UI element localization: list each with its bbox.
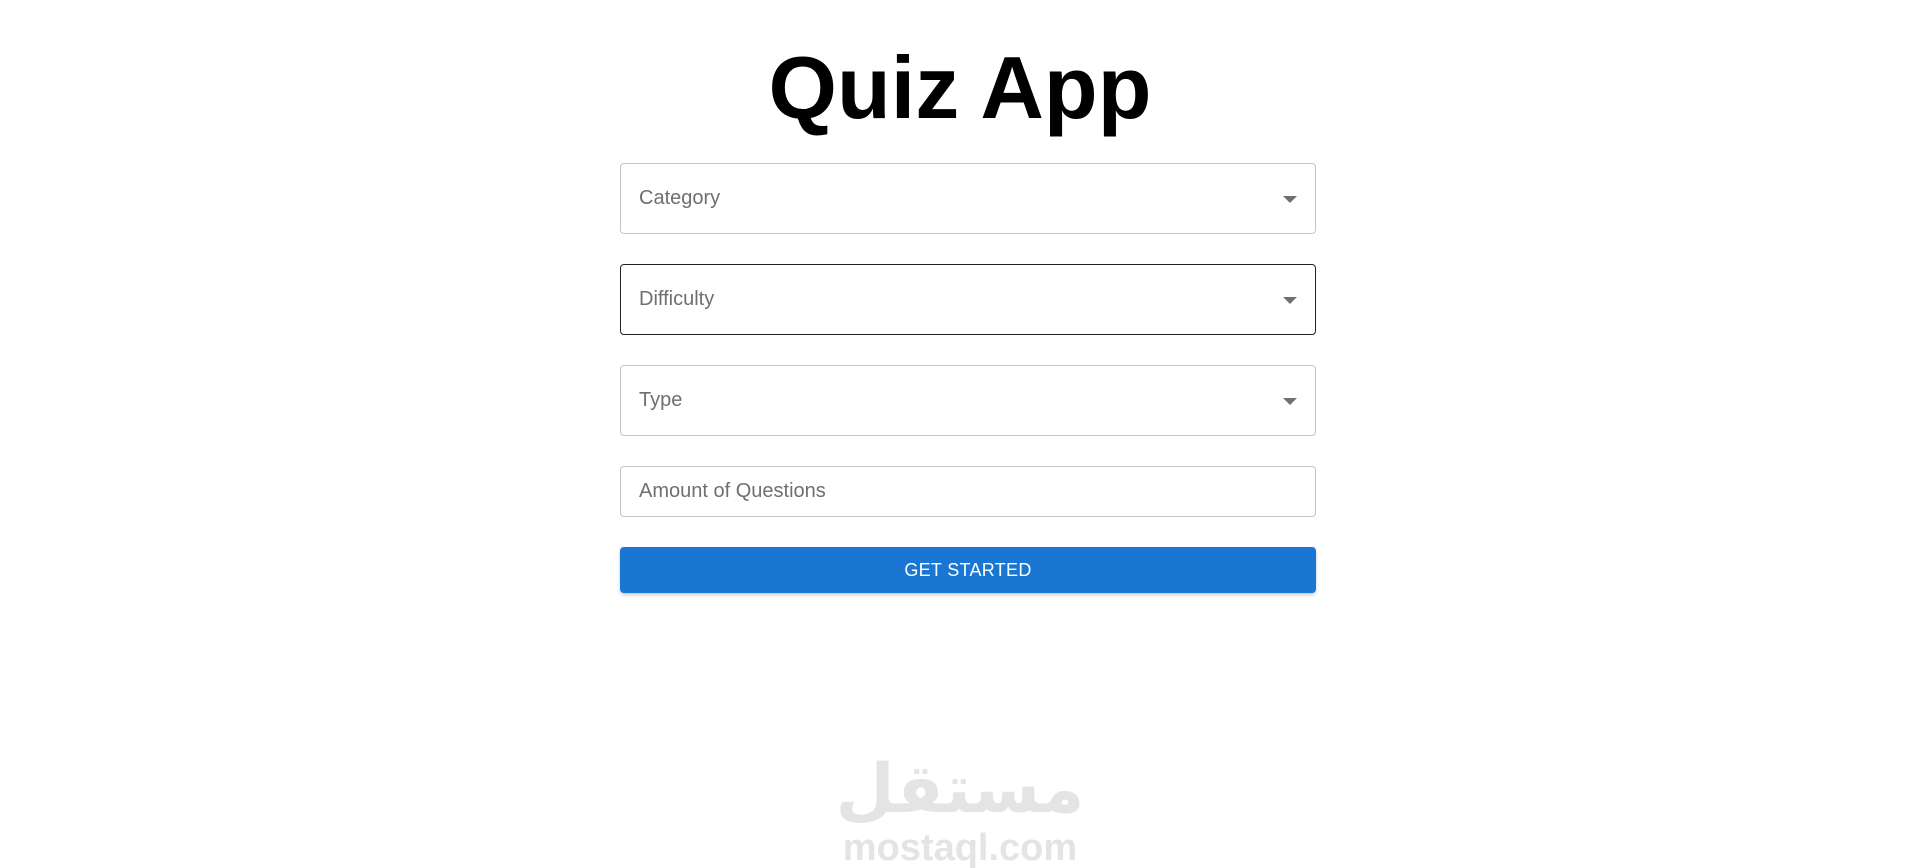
watermark-site: mostaql.com bbox=[842, 827, 1078, 868]
amount-of-questions-input[interactable] bbox=[621, 467, 1315, 516]
page-title: Quiz App bbox=[768, 38, 1152, 137]
category-select-label: Category bbox=[639, 187, 721, 209]
difficulty-select[interactable]: Difficulty bbox=[620, 264, 1316, 335]
watermark: مستقل mostaql.com bbox=[0, 748, 1920, 868]
chevron-down-icon bbox=[1283, 195, 1297, 203]
type-select[interactable]: Type bbox=[620, 365, 1316, 436]
amount-field-wrapper bbox=[620, 466, 1316, 517]
mostaql-logo-text: مستقل bbox=[840, 750, 1080, 828]
type-select-label: Type bbox=[639, 389, 683, 411]
difficulty-select-label: Difficulty bbox=[639, 288, 715, 310]
quiz-app-page: Quiz App Category Difficulty Type GET ST… bbox=[0, 0, 1920, 868]
quiz-settings-form: Category Difficulty Type GET STARTED bbox=[620, 163, 1316, 593]
chevron-down-icon bbox=[1283, 296, 1297, 304]
category-select[interactable]: Category bbox=[620, 163, 1316, 234]
get-started-button[interactable]: GET STARTED bbox=[620, 547, 1316, 593]
mostaql-logo: مستقل bbox=[840, 750, 1080, 828]
chevron-down-icon bbox=[1283, 397, 1297, 405]
